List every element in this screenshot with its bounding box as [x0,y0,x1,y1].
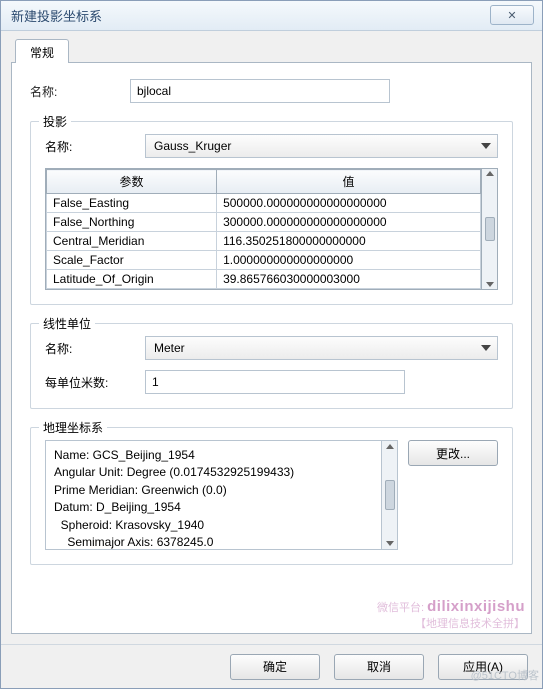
gcs-scrollbar[interactable] [381,441,397,549]
param-cell: False_Easting [47,194,217,213]
linear-unit-name-label: 名称: [45,340,135,357]
value-cell[interactable]: 116.350251800000000000 [217,232,481,251]
chevron-down-icon [481,143,491,149]
value-cell[interactable]: 300000.000000000000000000 [217,213,481,232]
table-row[interactable]: Latitude_Of_Origin39.865766030000003000 [47,270,481,289]
scroll-up-icon [486,171,494,176]
projection-params-table-wrap: 参数 值 False_Easting500000.000000000000000… [45,168,498,290]
linear-unit-name-dropdown[interactable]: Meter [145,336,498,360]
table-row[interactable]: False_Easting500000.000000000000000000 [47,194,481,213]
table-row[interactable]: Scale_Factor1.000000000000000000 [47,251,481,270]
dialog-window: 新建投影坐标系 ✕ 常规 名称: 投影 名称: Gauss_Kruger [0,0,543,689]
projection-group: 投影 名称: Gauss_Kruger 参数 值 [30,121,513,305]
param-cell: Latitude_Of_Origin [47,270,217,289]
ok-button[interactable]: 确定 [230,654,320,680]
scroll-thumb[interactable] [485,217,495,241]
gcs-text-content: Name: GCS_Beijing_1954 Angular Unit: Deg… [46,441,381,549]
close-icon: ✕ [507,9,516,22]
content-area: 常规 名称: 投影 名称: Gauss_Kruger [1,31,542,644]
col-param: 参数 [47,170,217,194]
cancel-button[interactable]: 取消 [334,654,424,680]
meters-per-unit-input[interactable] [145,370,405,394]
meters-per-unit-label: 每单位米数: [45,374,135,391]
col-value: 值 [217,170,481,194]
tab-panel: 名称: 投影 名称: Gauss_Kruger 参数 [11,62,532,634]
projection-params-table: 参数 值 False_Easting500000.000000000000000… [46,169,481,289]
value-cell[interactable]: 500000.000000000000000000 [217,194,481,213]
table-scrollbar[interactable] [481,169,497,289]
change-gcs-button[interactable]: 更改... [408,440,498,466]
param-cell: Central_Meridian [47,232,217,251]
linear-unit-name-value: Meter [154,341,185,355]
gcs-group-title: 地理坐标系 [39,419,107,436]
name-input[interactable] [130,79,390,103]
projection-name-dropdown[interactable]: Gauss_Kruger [145,134,498,158]
scroll-down-icon [386,541,394,546]
chevron-down-icon [481,345,491,351]
name-row: 名称: [30,79,513,103]
gcs-textarea[interactable]: Name: GCS_Beijing_1954 Angular Unit: Deg… [45,440,398,550]
close-button[interactable]: ✕ [490,5,534,25]
value-cell[interactable]: 1.000000000000000000 [217,251,481,270]
projection-name-label: 名称: [45,138,135,155]
projection-name-value: Gauss_Kruger [154,139,231,153]
table-row[interactable]: False_Northing300000.000000000000000000 [47,213,481,232]
param-cell: Scale_Factor [47,251,217,270]
scroll-up-icon [386,444,394,449]
table-row[interactable]: Central_Meridian116.350251800000000000 [47,232,481,251]
gcs-group: 地理坐标系 Name: GCS_Beijing_1954 Angular Uni… [30,427,513,565]
linear-unit-group-title: 线性单位 [39,315,95,332]
titlebar: 新建投影坐标系 ✕ [1,1,542,31]
projection-group-title: 投影 [39,113,71,130]
tab-general[interactable]: 常规 [15,39,69,63]
tab-strip: 常规 [11,39,532,63]
scroll-down-icon [486,282,494,287]
value-cell[interactable]: 39.865766030000003000 [217,270,481,289]
scroll-thumb[interactable] [385,480,395,510]
param-cell: False_Northing [47,213,217,232]
footer: 确定 取消 应用(A) [1,644,542,688]
name-label: 名称: [30,83,120,100]
window-title: 新建投影坐标系 [7,6,102,25]
apply-button[interactable]: 应用(A) [438,654,528,680]
linear-unit-group: 线性单位 名称: Meter 每单位米数: [30,323,513,409]
